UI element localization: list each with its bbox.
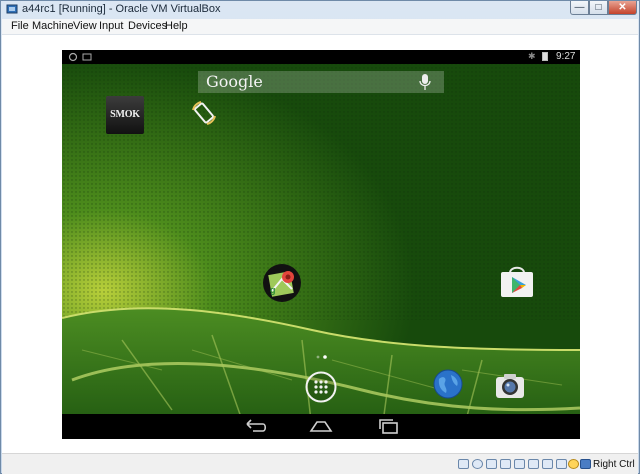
close-button[interactable]: ✕ [608,1,637,15]
virtualbox-window: a44rc1 [Running] - Oracle VM VirtualBox … [0,0,640,474]
menu-input[interactable]: Input [99,20,123,32]
browser-globe-icon[interactable] [433,369,463,399]
menu-view[interactable]: View [73,20,97,32]
play-store-icon[interactable] [498,264,536,298]
vm-display-area[interactable]: ✱ 9:27 Google SMOK g [2,35,638,453]
usb-icon[interactable] [500,459,511,469]
menu-file[interactable]: File [11,20,29,32]
auto-rotate-icon[interactable] [189,98,219,128]
sync-icon [68,52,78,62]
bluetooth-icon: ✱ [528,51,536,61]
back-icon[interactable] [243,418,267,434]
smok-app-icon[interactable]: SMOK [106,96,144,134]
google-search-label: Google [206,72,263,91]
battery-icon [542,52,548,61]
video-capture-icon[interactable] [542,459,553,469]
microphone-icon[interactable] [417,73,433,91]
maximize-button[interactable]: □ [589,1,608,15]
title-bar[interactable]: a44rc1 [Running] - Oracle VM VirtualBox … [1,1,639,19]
recent-apps-icon[interactable] [377,418,401,434]
host-key-icon [580,459,591,469]
virtualbox-app-icon [6,4,18,14]
screenshot-notification-icon [82,53,92,61]
mouse-integration-icon[interactable] [568,459,579,469]
menu-bar: File Machine View Input Devices Help [2,19,638,35]
menu-devices[interactable]: Devices [128,20,167,32]
menu-help[interactable]: Help [165,20,188,32]
home-icon[interactable] [309,418,333,434]
all-apps-icon[interactable] [305,371,337,403]
android-status-bar: ✱ 9:27 [62,50,580,64]
window-title: a44rc1 [Running] - Oracle VM VirtualBox [22,3,221,15]
virtualization-icon [556,459,567,469]
host-key-label: Right Ctrl [593,459,635,470]
google-search-bar[interactable]: Google [198,71,444,93]
menu-machine[interactable]: Machine [32,20,74,32]
android-navigation-bar [62,414,580,439]
maps-app-icon[interactable]: g [262,263,302,303]
android-screen[interactable]: ✱ 9:27 Google SMOK g [62,50,580,439]
page-indicator [316,355,327,359]
display-icon[interactable] [528,459,539,469]
minimize-button[interactable]: — [570,1,589,15]
clock-time: 9:27 [556,51,576,62]
hard-disk-icon[interactable] [458,459,469,469]
camera-icon[interactable] [494,372,526,400]
network-icon[interactable] [486,459,497,469]
shared-folders-icon[interactable] [514,459,525,469]
optical-drive-icon[interactable] [472,459,483,469]
svg-text:g: g [270,285,276,295]
vm-status-bar: Right Ctrl [2,453,638,474]
